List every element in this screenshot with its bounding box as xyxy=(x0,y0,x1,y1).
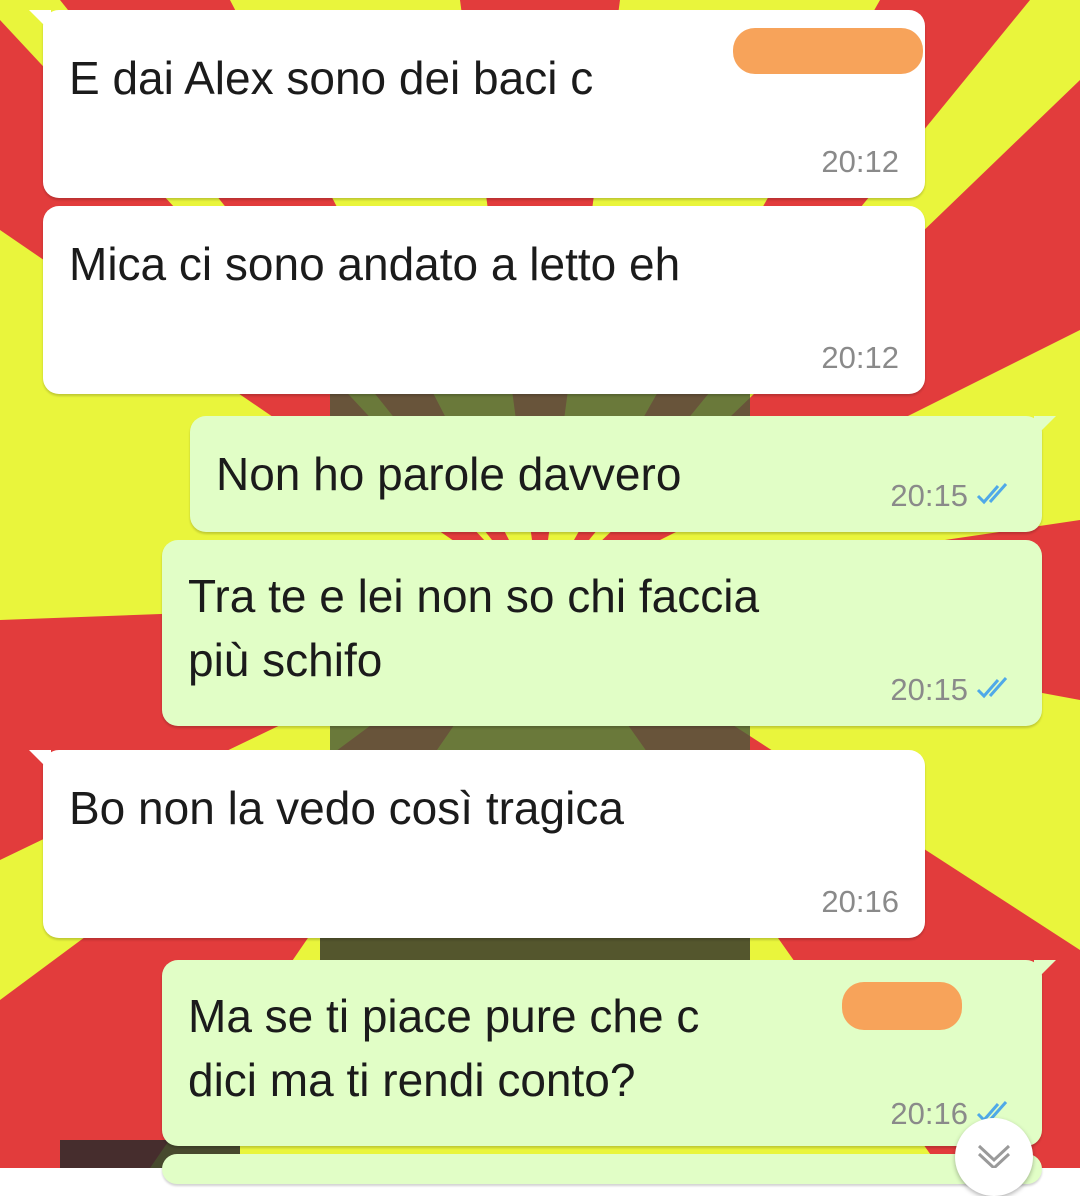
message-text: E dai Alex sono dei baci c xyxy=(69,52,594,104)
bubble-tail xyxy=(1034,960,1056,982)
chevron-down-icon xyxy=(977,1144,1011,1168)
message-bubble-incoming[interactable]: E dai Alex sono dei baci c 20:12 xyxy=(29,10,925,198)
message-bubble-outgoing[interactable]: Tra te e lei non so chi faccia più schif… xyxy=(162,540,1042,726)
message-timestamp: 20:15 xyxy=(890,478,968,513)
message-text: Ma se ti piace pure che c dici ma ti ren… xyxy=(188,990,700,1106)
message-text: Bo non la vedo così tragica xyxy=(69,782,624,834)
message-timestamp: 20:16 xyxy=(821,884,899,919)
message-bubble-incoming[interactable]: Bo non la vedo così tragica 20:16 xyxy=(29,750,925,938)
bubble-tail xyxy=(29,10,51,32)
message-bubble-incoming[interactable]: Mica ci sono andato a letto eh 20:12 xyxy=(43,206,925,394)
bubble-tail xyxy=(29,750,51,772)
message-bubble-outgoing[interactable]: Non ho parole davvero 20:15 xyxy=(190,416,1056,532)
message-timestamp: 20:12 xyxy=(821,144,899,179)
message-text: Tra te e lei non so chi faccia più schif… xyxy=(188,570,760,686)
double-check-icon xyxy=(976,677,1008,699)
double-check-icon xyxy=(976,483,1008,505)
message-timestamp: 20:15 xyxy=(890,672,968,707)
redaction-mark xyxy=(733,28,923,74)
message-bubble-outgoing[interactable]: Ma se ti piace pure che c dici ma ti ren… xyxy=(162,960,1056,1146)
message-timestamp: 20:16 xyxy=(890,1096,968,1131)
message-text: Non ho parole davvero xyxy=(216,448,682,500)
message-text: Mica ci sono andato a letto eh xyxy=(69,238,681,290)
scroll-to-bottom-button[interactable] xyxy=(955,1118,1033,1196)
redaction-mark xyxy=(842,982,962,1030)
message-bubble-outgoing[interactable] xyxy=(162,1154,1042,1184)
bubble-tail xyxy=(1034,416,1056,438)
message-timestamp: 20:12 xyxy=(821,340,899,375)
